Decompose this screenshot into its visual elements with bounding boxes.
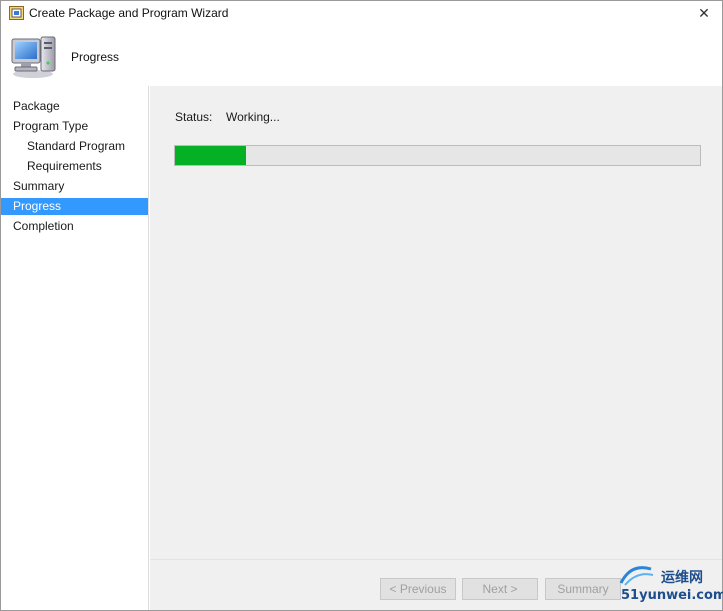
close-icon: ✕: [698, 5, 710, 21]
page-title: Progress: [71, 50, 120, 64]
previous-button[interactable]: < Previous: [380, 578, 456, 600]
watermark-logo: 运维网 51yunwei.com: [613, 561, 723, 609]
watermark-text-bottom: 51yunwei.com: [621, 588, 723, 603]
wizard-header: Progress: [1, 25, 722, 86]
sidebar-item-progress[interactable]: Progress: [1, 198, 148, 215]
watermark-text-top: 运维网: [661, 570, 703, 586]
close-button[interactable]: ✕: [694, 3, 714, 23]
sidebar-item-completion[interactable]: Completion: [1, 218, 148, 235]
sidebar-item-package[interactable]: Package: [1, 98, 148, 115]
sidebar-item-program-type[interactable]: Program Type: [1, 118, 148, 135]
sidebar-item-requirements[interactable]: Requirements: [1, 158, 148, 175]
title-bar: Create Package and Program Wizard ✕: [1, 1, 722, 25]
watermark-swirl-icon: [619, 566, 654, 586]
status-value: Working...: [226, 110, 280, 124]
summary-button[interactable]: Summary: [545, 578, 621, 600]
window-title: Create Package and Program Wizard: [29, 6, 229, 20]
status-label: Status:: [175, 110, 213, 124]
sidebar-item-summary[interactable]: Summary: [1, 178, 148, 195]
wizard-steps-sidebar: Package Program Type Standard Program Re…: [1, 86, 149, 610]
sidebar-item-standard-program[interactable]: Standard Program: [1, 138, 148, 155]
wizard-window: Create Package and Program Wizard ✕ Prog…: [0, 0, 723, 611]
computer-icon: [11, 36, 56, 78]
next-button[interactable]: Next >: [462, 578, 538, 600]
wizard-app-icon: [9, 6, 24, 20]
progress-bar: [174, 145, 701, 166]
progress-bar-fill: [175, 146, 246, 165]
main-content: Status: Working...: [150, 86, 722, 559]
